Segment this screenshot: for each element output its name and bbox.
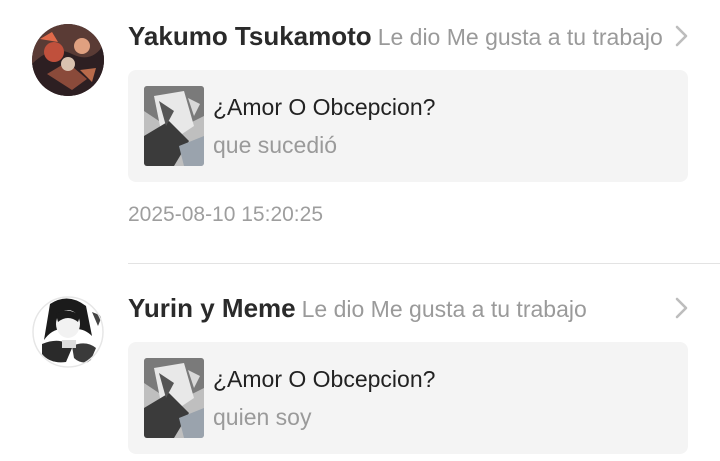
timestamp: 2025-08-10 15:20:25	[128, 203, 323, 226]
work-thumbnail	[144, 86, 204, 166]
avatar-image	[32, 24, 104, 96]
work-comment: quien soy	[213, 404, 312, 430]
notification-item[interactable]: Yakumo Tsukamoto Le dio Me gusta a tu tra…	[0, 0, 720, 262]
notification-header: Yurin y Meme Le dio Me gusta a tu trabajo	[128, 292, 692, 326]
action-text: Le dio Me gusta a tu trabajo	[377, 24, 663, 50]
avatar-image	[32, 296, 104, 368]
work-title: ¿Amor O Obcepcion?	[213, 94, 436, 120]
work-comment: que sucedió	[213, 132, 338, 158]
user-avatar[interactable]	[32, 296, 104, 368]
work-card[interactable]: ¿Amor O Obcepcion? quien soy	[128, 342, 688, 454]
work-thumbnail	[144, 358, 204, 438]
chevron-right-icon[interactable]	[674, 22, 690, 50]
user-avatar[interactable]	[32, 24, 104, 96]
notification-item[interactable]: Yurin y Meme Le dio Me gusta a tu trabajo…	[0, 264, 720, 461]
action-text: Le dio Me gusta a tu trabajo	[301, 296, 587, 322]
notification-header: Yakumo Tsukamoto Le dio Me gusta a tu tra…	[128, 20, 692, 54]
work-title: ¿Amor O Obcepcion?	[213, 366, 436, 392]
chevron-right-icon[interactable]	[674, 294, 690, 322]
username[interactable]: Yakumo Tsukamoto	[128, 21, 372, 51]
work-card[interactable]: ¿Amor O Obcepcion? que sucedió	[128, 70, 688, 182]
notification-feed: Yakumo Tsukamoto Le dio Me gusta a tu tra…	[0, 0, 720, 461]
username[interactable]: Yurin y Meme	[128, 293, 296, 323]
